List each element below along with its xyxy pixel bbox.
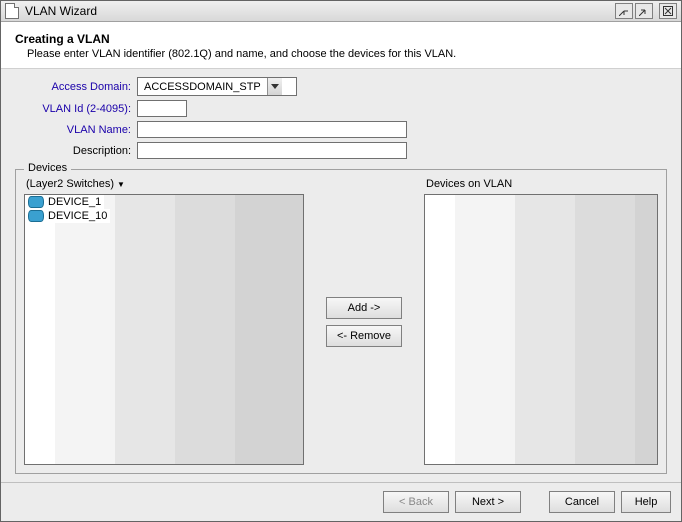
help-button[interactable]: Help: [621, 491, 671, 513]
device-name: DEVICE_10: [48, 210, 107, 222]
cancel-button[interactable]: Cancel: [549, 491, 615, 513]
close-icon[interactable]: [659, 3, 677, 19]
description-input[interactable]: [137, 142, 407, 159]
devices-on-vlan-header: Devices on VLAN: [424, 178, 658, 194]
access-domain-value: ACCESSDOMAIN_STP: [138, 81, 267, 93]
available-devices-list[interactable]: DEVICE_1 DEVICE_10: [24, 194, 304, 465]
vlan-name-label: VLAN Name:: [15, 124, 131, 136]
next-button[interactable]: Next >: [455, 491, 521, 513]
window-title: VLAN Wizard: [25, 4, 613, 18]
minimize-icon[interactable]: [615, 3, 633, 19]
device-filter-label: (Layer2 Switches): [26, 178, 114, 190]
access-domain-label: Access Domain:: [15, 81, 131, 93]
page-title: Creating a VLAN: [15, 32, 667, 46]
remove-button[interactable]: <- Remove: [326, 325, 402, 347]
document-icon: [5, 3, 19, 19]
switch-icon: [28, 210, 44, 222]
back-button[interactable]: < Back: [383, 491, 449, 513]
add-button[interactable]: Add ->: [326, 297, 402, 319]
device-name: DEVICE_1: [48, 196, 101, 208]
wizard-header: Creating a VLAN Please enter VLAN identi…: [1, 22, 681, 69]
page-description: Please enter VLAN identifier (802.1Q) an…: [27, 48, 667, 60]
devices-on-vlan-list[interactable]: [424, 194, 658, 465]
list-item[interactable]: DEVICE_10: [25, 209, 110, 223]
devices-fieldset: Devices (Layer2 Switches) ▼ DEVICE_1DEVI…: [15, 169, 667, 474]
form-area: Access Domain: ACCESSDOMAIN_STP VLAN Id …: [1, 69, 681, 482]
content-area: Creating a VLAN Please enter VLAN identi…: [1, 22, 681, 482]
list-item[interactable]: DEVICE_1: [25, 195, 104, 209]
chevron-down-icon: ▼: [117, 180, 125, 189]
wizard-footer: < Back Next > Cancel Help: [1, 482, 681, 521]
maximize-icon[interactable]: [635, 3, 653, 19]
device-filter-dropdown[interactable]: (Layer2 Switches) ▼: [24, 178, 304, 194]
vlan-wizard-window: VLAN Wizard Creating a VLAN Please enter…: [0, 0, 682, 522]
vlan-id-label: VLAN Id (2-4095):: [15, 103, 131, 115]
access-domain-select[interactable]: ACCESSDOMAIN_STP: [137, 77, 297, 96]
chevron-down-icon: [267, 78, 282, 95]
titlebar: VLAN Wizard: [1, 1, 681, 22]
switch-icon: [28, 196, 44, 208]
description-label: Description:: [15, 145, 131, 157]
devices-legend: Devices: [24, 162, 71, 174]
vlan-id-input[interactable]: [137, 100, 187, 117]
vlan-name-input[interactable]: [137, 121, 407, 138]
